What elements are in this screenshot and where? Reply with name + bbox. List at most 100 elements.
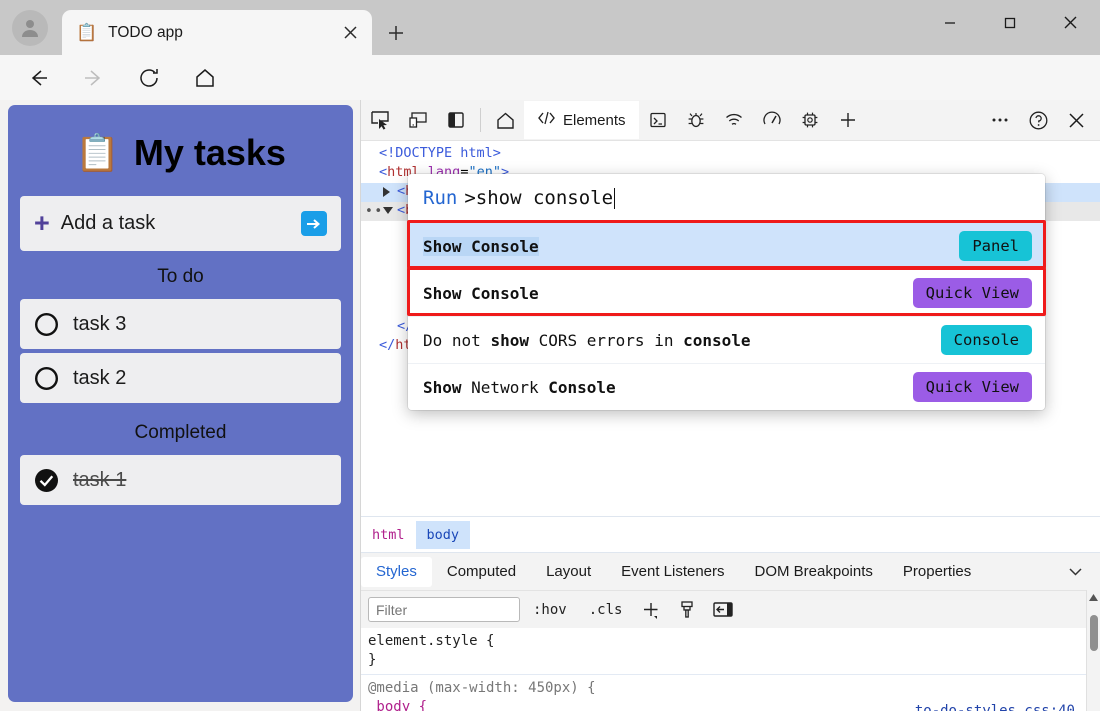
hov-toggle-button[interactable]: :hov [524, 602, 576, 618]
paintbrush-icon[interactable] [671, 596, 703, 624]
dom-expand-triangle-head[interactable] [383, 187, 390, 197]
memory-icon[interactable] [791, 101, 829, 139]
forward-button[interactable] [76, 60, 112, 96]
inspect-element-icon[interactable] [361, 101, 399, 139]
page-title: My tasks [134, 132, 286, 174]
command-result-badge: Console [941, 325, 1032, 355]
command-result-label: Show Console [423, 284, 539, 303]
command-result-row-0[interactable]: Show Console Panel [408, 222, 1045, 269]
devtools-close-icon[interactable] [1057, 101, 1095, 139]
home-icon[interactable] [486, 101, 524, 139]
devtools-more-icon[interactable] [981, 101, 1019, 139]
performance-icon[interactable] [753, 101, 791, 139]
breadcrumb-item-html[interactable]: html [361, 521, 416, 549]
command-palette-input[interactable]: Run >show console [408, 174, 1045, 222]
command-prefix-label: Run [423, 187, 457, 209]
circle-unchecked-icon[interactable] [34, 312, 59, 337]
cls-toggle-button[interactable]: .cls [580, 602, 632, 618]
command-result-label: Do not show CORS errors in console [423, 331, 751, 350]
css-rules-view[interactable]: element.style { } @media (max-width: 450… [361, 628, 1087, 711]
browser-window: 📋 TODO app [0, 0, 1100, 711]
command-result-label: Show Network Console [423, 378, 616, 397]
task-item-task-2[interactable]: task 2 [20, 353, 341, 403]
breadcrumb: html body [361, 516, 1100, 552]
css-line: element.style { [368, 632, 1087, 651]
scroll-up-button[interactable] [1087, 590, 1100, 604]
back-button[interactable] [20, 60, 56, 96]
scrollbar-thumb[interactable] [1090, 615, 1098, 651]
task-item-task-3[interactable]: task 3 [20, 299, 341, 349]
dom-collapse-triangle-body[interactable] [383, 207, 393, 214]
add-task-input[interactable]: Add a task [61, 212, 301, 235]
arrow-left-box-icon[interactable] [707, 596, 739, 624]
devtools-toolbar: Elements [361, 100, 1100, 141]
command-result-row-3[interactable]: Show Network Console Quick View [408, 363, 1045, 410]
tab-properties[interactable]: Properties [888, 557, 986, 587]
todo-app-panel: 📋 My tasks + Add a task To do task 3 [8, 105, 353, 702]
tab-elements[interactable]: Elements [524, 101, 639, 139]
tab-dom-breakpoints[interactable]: DOM Breakpoints [740, 557, 888, 587]
tab-title: TODO app [108, 24, 336, 42]
chevron-down-icon[interactable] [1066, 562, 1100, 581]
home-button[interactable] [187, 60, 223, 96]
breadcrumb-item-body[interactable]: body [416, 521, 471, 549]
css-source-link[interactable]: to-do-styles.css:40 [915, 703, 1075, 711]
add-tool-icon[interactable] [829, 101, 867, 139]
new-tab-button[interactable] [380, 17, 412, 49]
window-close-button[interactable] [1040, 0, 1100, 45]
toolbar-divider [480, 108, 481, 132]
styles-filter-bar: Filter :hov .cls [361, 590, 1100, 628]
css-line: @media (max-width: 450px) { [368, 679, 1087, 698]
dom-line-doctype[interactable]: <!DOCTYPE html> [379, 145, 501, 161]
task-label: task 3 [73, 313, 126, 336]
command-result-badge: Quick View [913, 278, 1032, 308]
command-result-row-2[interactable]: Do not show CORS errors in console Conso… [408, 316, 1045, 363]
navigation-bar: https://microsoftedge.github.io/Demos/de… [0, 55, 1100, 100]
task-label: task 1 [73, 469, 126, 492]
circle-unchecked-icon[interactable] [34, 366, 59, 391]
tab-layout[interactable]: Layout [531, 557, 606, 587]
help-circle-icon[interactable] [1019, 101, 1057, 139]
plus-icon[interactable] [635, 596, 667, 624]
css-rule-element-style[interactable]: element.style { } [361, 628, 1087, 675]
tab-event-listeners[interactable]: Event Listeners [606, 557, 739, 587]
add-task-input-row[interactable]: + Add a task [20, 196, 341, 251]
tab-computed[interactable]: Computed [432, 557, 531, 587]
web-page-viewport: 📋 My tasks + Add a task To do task 3 [0, 100, 360, 711]
dock-side-icon[interactable] [437, 101, 475, 139]
add-task-submit-button[interactable] [301, 211, 327, 236]
task-label: task 2 [73, 367, 126, 390]
command-palette[interactable]: Run >show console Show Console Panel Sho… [408, 174, 1045, 410]
account-avatar-icon [18, 16, 42, 40]
title-bar: 📋 TODO app [0, 0, 1100, 55]
code-brackets-icon [537, 110, 556, 130]
text-caret [614, 188, 615, 209]
profile-button[interactable] [12, 10, 48, 46]
circle-checked-icon[interactable] [34, 468, 59, 493]
network-icon[interactable] [715, 101, 753, 139]
section-label-todo: To do [20, 251, 341, 299]
section-label-completed: Completed [20, 407, 341, 455]
task-item-task-1[interactable]: task 1 [20, 455, 341, 505]
reload-button[interactable] [131, 60, 167, 96]
tab-styles[interactable]: Styles [361, 557, 432, 587]
maximize-button[interactable] [980, 0, 1040, 45]
tab-label-elements: Elements [563, 112, 626, 129]
console-drawer-icon[interactable] [639, 101, 677, 139]
styles-scrollbar[interactable] [1086, 590, 1100, 711]
window-controls [920, 0, 1100, 45]
debugger-icon[interactable] [677, 101, 715, 139]
css-rule-media-body[interactable]: @media (max-width: 450px) { body { font-… [361, 675, 1087, 711]
device-emulation-icon[interactable] [399, 101, 437, 139]
clipboard-icon: 📋 [76, 24, 97, 41]
command-result-row-1[interactable]: Show Console Quick View [408, 269, 1045, 316]
styles-filter-input[interactable]: Filter [368, 597, 520, 622]
tab-close-button[interactable] [336, 19, 364, 47]
command-result-badge: Panel [959, 231, 1032, 261]
command-result-label: Show Console [423, 237, 539, 256]
command-query-text: >show console [464, 187, 613, 209]
devtools-panel: Elements [360, 100, 1100, 711]
browser-tab[interactable]: 📋 TODO app [62, 10, 372, 55]
elements-dom-tree[interactable]: <!DOCTYPE html> <html lang="en"> <head>…… [361, 141, 1100, 516]
minimize-button[interactable] [920, 0, 980, 45]
